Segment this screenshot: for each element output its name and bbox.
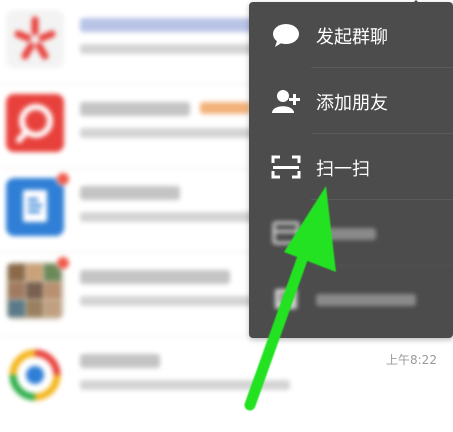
chat-time: 上午8:22 (386, 353, 437, 367)
